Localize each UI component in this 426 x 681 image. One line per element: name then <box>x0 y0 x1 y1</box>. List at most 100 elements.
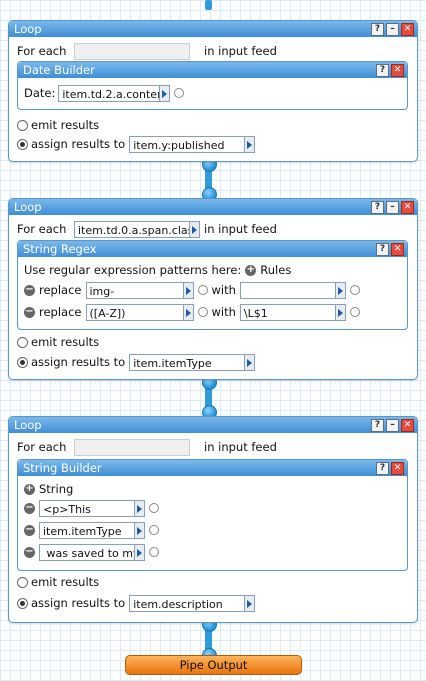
string-regex-module: String Regex ? ✕ Use regular expression … <box>17 240 408 330</box>
string-field[interactable]: item.itemType <box>39 521 145 539</box>
string-builder-title-bar[interactable]: String Builder ? ✕ <box>18 460 407 476</box>
replace-value: img- <box>89 284 115 298</box>
date-value: item.td.2.a.conter <box>62 87 162 101</box>
dropdown-arrow-icon[interactable] <box>244 354 255 370</box>
assign-value: item.y:published <box>133 138 225 152</box>
input-port-icon[interactable] <box>149 525 159 535</box>
date-field[interactable]: item.td.2.a.conter <box>58 84 171 102</box>
input-port-icon[interactable] <box>197 285 208 295</box>
assign-field[interactable]: item.y:published <box>129 135 256 153</box>
assign-label: assign results to <box>31 355 126 369</box>
help-button[interactable]: ? <box>376 462 389 475</box>
string-field[interactable]: <p>This <box>39 499 145 517</box>
input-port-icon[interactable] <box>149 547 159 557</box>
help-button[interactable]: ? <box>371 419 384 432</box>
emit-radio[interactable] <box>17 119 28 131</box>
string-regex-title-bar[interactable]: String Regex ? ✕ <box>18 241 407 257</box>
dropdown-arrow-icon[interactable] <box>159 85 170 101</box>
loop-title: Loop <box>14 200 42 214</box>
for-each-label: For each <box>17 44 67 58</box>
for-each-field[interactable] <box>74 438 190 456</box>
assign-value: item.description <box>133 597 223 611</box>
pipe-output-module[interactable]: Pipe Output <box>125 655 302 675</box>
loop-title-bar[interactable]: Loop ? – ✕ <box>9 21 417 37</box>
remove-string-icon[interactable]: − <box>24 546 35 558</box>
assign-field[interactable]: item.itemType <box>129 353 256 371</box>
close-button[interactable]: ✕ <box>401 419 414 432</box>
assign-radio[interactable] <box>17 138 28 150</box>
input-port-icon[interactable] <box>197 307 208 317</box>
minimize-button[interactable]: – <box>386 23 399 36</box>
input-port-icon[interactable] <box>349 285 360 295</box>
dropdown-arrow-icon[interactable] <box>334 282 345 298</box>
dropdown-arrow-icon[interactable] <box>334 304 345 320</box>
string-value: <p>This <box>43 502 91 516</box>
replace-label: replace <box>39 305 82 319</box>
dropdown-arrow-icon[interactable] <box>189 221 199 237</box>
remove-rule-icon[interactable]: − <box>24 306 35 318</box>
in-feed-label: in input feed <box>204 222 277 236</box>
for-each-value: item.td.0.a.span.clas: <box>78 223 198 237</box>
dropdown-arrow-icon[interactable] <box>182 304 193 320</box>
assign-field[interactable]: item.description <box>129 594 256 612</box>
string-builder-title: String Builder <box>23 461 102 475</box>
string-value: item.itemType <box>43 524 122 538</box>
loop-title-bar[interactable]: Loop ? – ✕ <box>9 199 417 215</box>
minimize-button[interactable]: – <box>386 201 399 214</box>
date-label: Date: <box>24 86 56 100</box>
assign-label: assign results to <box>31 137 126 151</box>
close-button[interactable]: ✕ <box>391 64 404 77</box>
assign-label: assign results to <box>31 596 126 610</box>
help-button[interactable]: ? <box>371 201 384 214</box>
input-port-icon[interactable] <box>349 307 360 317</box>
string-field[interactable]: was saved to my <box>39 543 145 561</box>
for-each-field[interactable]: item.td.0.a.span.clas: <box>74 220 200 238</box>
string-regex-title: String Regex <box>23 242 97 256</box>
add-string-icon[interactable]: + <box>24 483 35 495</box>
replace-field[interactable]: ([A-Z]) <box>85 303 194 321</box>
input-port-icon[interactable] <box>174 88 185 98</box>
remove-rule-icon[interactable]: − <box>24 284 35 296</box>
emit-radio[interactable] <box>17 576 28 588</box>
close-button[interactable]: ✕ <box>391 243 404 256</box>
replace-field[interactable]: img- <box>85 281 194 299</box>
close-button[interactable]: ✕ <box>391 462 404 475</box>
pipe-connector <box>205 0 212 10</box>
date-builder-module: Date Builder ? ✕ Date: item.td.2.a.conte… <box>17 61 408 110</box>
dropdown-arrow-icon[interactable] <box>134 522 144 538</box>
dropdown-arrow-icon[interactable] <box>134 544 144 560</box>
loop-title: Loop <box>14 418 42 432</box>
loop-module-3: Loop ? – ✕ For each in input feed String… <box>8 416 418 623</box>
minimize-button[interactable]: – <box>386 419 399 432</box>
emit-label: emit results <box>31 575 100 589</box>
emit-radio[interactable] <box>17 336 28 348</box>
replace-label: replace <box>39 283 82 297</box>
help-button[interactable]: ? <box>371 23 384 36</box>
string-value: was saved to my <box>43 546 140 560</box>
with-field[interactable] <box>239 281 346 299</box>
help-button[interactable]: ? <box>376 243 389 256</box>
assign-value: item.itemType <box>133 356 212 370</box>
with-label: with <box>211 305 236 319</box>
date-builder-title-bar[interactable]: Date Builder ? ✕ <box>18 62 407 78</box>
dropdown-arrow-icon[interactable] <box>244 595 255 611</box>
assign-radio[interactable] <box>17 597 28 609</box>
assign-radio[interactable] <box>17 356 28 368</box>
dropdown-arrow-icon[interactable] <box>134 500 144 516</box>
for-each-field[interactable] <box>74 42 190 60</box>
help-button[interactable]: ? <box>376 64 389 77</box>
emit-label: emit results <box>31 335 100 349</box>
input-port-icon[interactable] <box>149 503 159 513</box>
regex-intro: Use regular expression patterns here: <box>24 263 242 277</box>
date-builder-title: Date Builder <box>23 63 95 77</box>
dropdown-arrow-icon[interactable] <box>244 136 255 152</box>
close-button[interactable]: ✕ <box>401 201 414 214</box>
remove-string-icon[interactable]: − <box>24 524 35 536</box>
close-button[interactable]: ✕ <box>401 23 414 36</box>
loop-title: Loop <box>14 22 42 36</box>
add-rule-icon[interactable]: + <box>245 264 257 276</box>
loop-title-bar[interactable]: Loop ? – ✕ <box>9 417 417 433</box>
dropdown-arrow-icon[interactable] <box>182 282 193 298</box>
remove-string-icon[interactable]: − <box>24 502 35 514</box>
with-field[interactable]: \L$1 <box>239 303 346 321</box>
